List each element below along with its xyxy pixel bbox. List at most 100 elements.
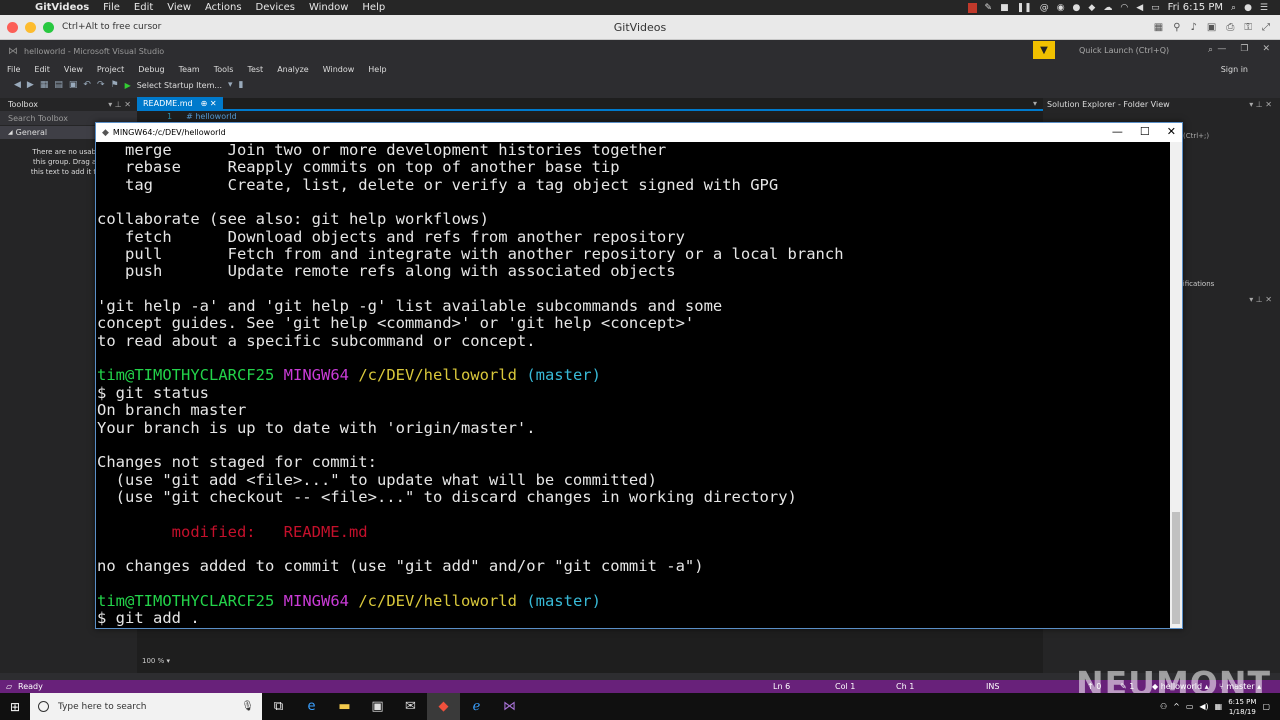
start-icon[interactable]: ▶ (125, 81, 131, 90)
quick-launch[interactable]: ▼ Quick Launch (Ctrl+Q) ⌕ (1033, 41, 1213, 59)
collapse-icon[interactable]: ◢ (8, 129, 13, 136)
menu-help[interactable]: Help (355, 2, 392, 13)
battery-icon[interactable]: ▭ (1151, 3, 1160, 13)
menu-clock[interactable]: Fri 6:15 PM (1168, 2, 1223, 13)
forward-icon[interactable]: ▶ (27, 80, 34, 90)
at-icon[interactable]: @ (1040, 3, 1049, 13)
visual-studio-taskbar-icon[interactable]: ⋈ (493, 693, 526, 720)
back-icon[interactable]: ◀ (14, 80, 21, 90)
vs-menu-tools[interactable]: Tools (207, 65, 241, 74)
terminal-output[interactable]: merge Join two or more development histo… (96, 142, 1170, 628)
record-icon[interactable] (967, 2, 977, 13)
toolbox-search-input[interactable]: Search Toolbox (8, 114, 68, 123)
people-icon[interactable]: ⚇ (1160, 702, 1167, 711)
bookmark-icon[interactable]: ▮ (239, 80, 244, 90)
windows-start-icon[interactable]: ⊞ (0, 700, 30, 714)
vs-menu-view[interactable]: View (57, 65, 90, 74)
edge-icon[interactable]: e (295, 693, 328, 720)
filter-icon[interactable]: ▼ (1033, 41, 1055, 59)
camera-icon[interactable]: ▣ (1207, 22, 1216, 33)
mic-icon[interactable]: 🎙 (241, 701, 254, 712)
terminal-scrollbar[interactable] (1170, 142, 1182, 628)
vs-menu-debug[interactable]: Debug (131, 65, 171, 74)
tab-dropdown-icon[interactable]: ▾ (1033, 99, 1043, 108)
minimize-window-button[interactable] (25, 21, 36, 33)
solution-icon[interactable]: ⚑ (110, 80, 118, 90)
cloud-icon[interactable]: ☁ (1103, 3, 1112, 13)
minimize-icon[interactable]: — (1112, 125, 1123, 138)
mic-icon[interactable]: ♪ (1191, 22, 1197, 33)
store-icon[interactable]: ▣ (361, 693, 394, 720)
lock-icon[interactable]: ⚿ (1244, 22, 1252, 33)
save-icon[interactable]: ▣ (69, 80, 78, 90)
volume-icon[interactable]: ◀) (1199, 702, 1208, 711)
expand-icon[interactable]: ⤢ (1262, 22, 1270, 33)
redo-icon[interactable]: ↷ (97, 80, 105, 90)
taskbar-search-input[interactable]: Type here to search (58, 702, 146, 712)
maximize-icon[interactable]: ☐ (1140, 125, 1150, 138)
menu-actions[interactable]: Actions (198, 2, 249, 13)
menu-view[interactable]: View (160, 2, 198, 13)
git-bash-taskbar-icon[interactable]: ◆ (427, 693, 460, 720)
select-startup-item[interactable]: Select Startup Item... (137, 81, 222, 90)
list-icon[interactable]: ☰ (1260, 3, 1268, 13)
printer-icon[interactable]: ⎙ (1226, 22, 1234, 33)
vs-menu-file[interactable]: File (0, 65, 27, 74)
vs-menu-analyze[interactable]: Analyze (270, 65, 316, 74)
zoom-window-button[interactable] (43, 21, 54, 33)
usb-icon[interactable]: ⚲ (1173, 22, 1180, 33)
pen-icon[interactable]: ✎ (985, 3, 993, 13)
scrollbar-thumb[interactable] (1172, 512, 1180, 624)
tab-readme[interactable]: README.md ⊕ ✕ (137, 97, 223, 110)
pin-icon[interactable]: ▾ ⊥ ✕ (108, 100, 137, 109)
menu-window[interactable]: Window (302, 2, 355, 13)
ie-icon[interactable]: ℯ (460, 693, 493, 720)
app-icon[interactable]: ■ (1000, 3, 1009, 13)
search-icon[interactable]: ⌕ (1231, 3, 1236, 13)
vs-menu-project[interactable]: Project (90, 65, 131, 74)
pause-icon[interactable]: ❚❚ (1017, 3, 1032, 13)
vs-menu-help[interactable]: Help (361, 65, 393, 74)
bulb-icon[interactable]: ● (1073, 3, 1081, 13)
mail-icon[interactable]: ✉ (394, 693, 427, 720)
solution-search-fragment[interactable]: (Ctrl+;) (1183, 132, 1209, 140)
vs-menu-window[interactable]: Window (316, 65, 362, 74)
pin-icon[interactable]: ▾ ⊥ ✕ (1249, 100, 1280, 109)
dropbox-icon[interactable]: ◆ (1088, 3, 1095, 13)
close-icon[interactable]: ✕ (1167, 125, 1176, 138)
keyboard-icon[interactable]: ▦ (1154, 22, 1163, 33)
minimize-icon[interactable]: — (1217, 44, 1226, 54)
vs-menu-team[interactable]: Team (172, 65, 207, 74)
undo-icon[interactable]: ↶ (83, 80, 91, 90)
volume-icon[interactable]: ◀ (1136, 3, 1143, 13)
dropdown-icon[interactable]: ▾ (228, 80, 233, 90)
quick-launch-input[interactable]: Quick Launch (Ctrl+Q) (1079, 46, 1169, 55)
restore-icon[interactable]: ❐ (1240, 44, 1248, 54)
taskbar-clock[interactable]: 6:15 PM 1/18/19 (1228, 697, 1256, 717)
close-icon[interactable]: ✕ (1262, 44, 1270, 54)
menu-devices[interactable]: Devices (249, 2, 302, 13)
pin-icon[interactable]: ▾ ⊥ ✕ (1249, 295, 1280, 304)
taskbar-search[interactable]: Type here to search 🎙 (30, 693, 262, 720)
chevron-up-icon[interactable]: ^ (1173, 702, 1180, 711)
task-view-icon[interactable]: ⧉ (262, 693, 295, 720)
vs-menu-edit[interactable]: Edit (27, 65, 57, 74)
notifications-icon[interactable]: ▢ (1262, 702, 1270, 711)
menu-edit[interactable]: Edit (127, 2, 160, 13)
file-explorer-icon[interactable]: ▬ (328, 693, 361, 720)
editor-line[interactable]: 1 # helloworld (137, 112, 1043, 121)
zoom-level[interactable]: 100 % ▾ (142, 657, 170, 665)
new-project-icon[interactable]: ▦ (40, 80, 49, 90)
tab-pin-icon[interactable]: ⊕ ✕ (201, 99, 217, 108)
menu-file[interactable]: File (96, 2, 127, 13)
menu-app-name[interactable]: GitVideos (28, 2, 96, 13)
notifications-tab-fragment[interactable]: tifications (1180, 280, 1214, 288)
keyboard-icon[interactable]: ▦ (1215, 702, 1223, 711)
vs-menu-test[interactable]: Test (240, 65, 270, 74)
sign-in-link[interactable]: Sign in (1221, 65, 1248, 74)
user-icon[interactable]: ● (1244, 3, 1252, 13)
circle-icon[interactable]: ◉ (1057, 3, 1065, 13)
git-bash-window[interactable]: ◆ MINGW64:/c/DEV/helloworld — ☐ ✕ merge … (95, 122, 1183, 629)
search-icon[interactable]: ⌕ (1208, 45, 1213, 55)
wifi-icon[interactable]: ◠ (1120, 3, 1128, 13)
